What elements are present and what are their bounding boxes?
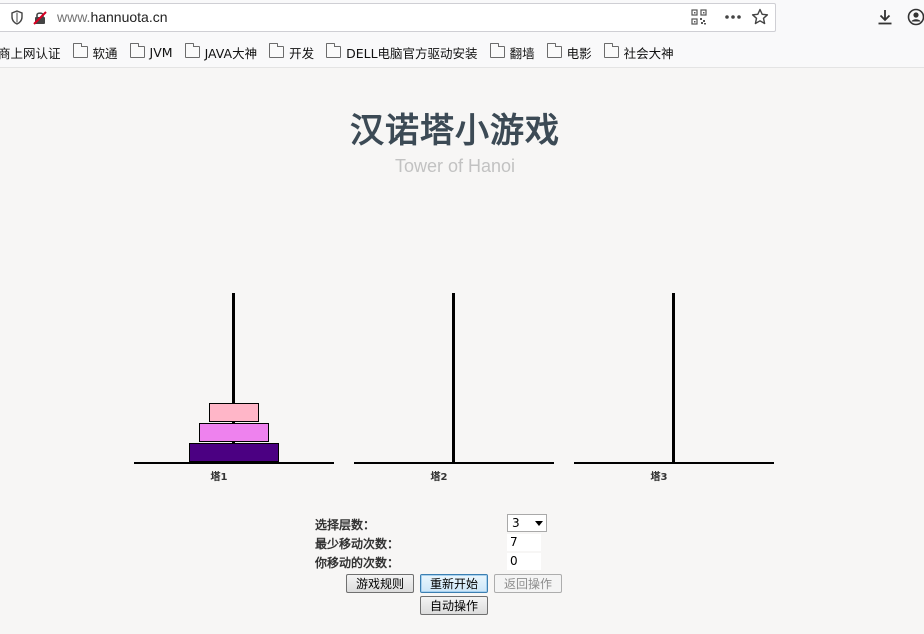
folder-icon bbox=[603, 43, 619, 58]
browser-toolbar: www.hannuota.cn 商上网认证 软通 JVM JAVA大神 开发 D… bbox=[0, 0, 924, 68]
tower-label: 塔2 bbox=[430, 472, 448, 483]
bookmark-folder[interactable]: 社会大神 bbox=[603, 43, 674, 62]
tower-3[interactable]: 塔3 bbox=[574, 290, 774, 483]
bookmark-item[interactable]: 商上网认证 bbox=[0, 43, 61, 62]
insecure-lock-icon[interactable] bbox=[32, 10, 48, 26]
bookmark-folder[interactable]: 开发 bbox=[269, 43, 314, 62]
bookmark-folder[interactable]: DELL电脑官方驱动安装 bbox=[326, 43, 478, 62]
tower-label: 塔3 bbox=[650, 472, 668, 483]
bookmark-folder[interactable]: 软通 bbox=[72, 43, 118, 62]
min-moves-label: 最少移动次数： bbox=[315, 537, 400, 551]
level-label: 选择层数： bbox=[315, 518, 376, 532]
rules-button[interactable]: 游戏规则 bbox=[346, 574, 414, 593]
tower-pole bbox=[672, 293, 675, 464]
your-moves-label: 你移动的次数： bbox=[315, 556, 400, 570]
page-subtitle: Tower of Hanoi bbox=[394, 156, 516, 176]
account-icon[interactable] bbox=[907, 8, 924, 30]
folder-icon bbox=[184, 43, 200, 58]
bookmarks-bar: 商上网认证 软通 JVM JAVA大神 开发 DELL电脑官方驱动安装 翻墙 电… bbox=[0, 40, 924, 64]
bookmark-folder[interactable]: 翻墙 bbox=[489, 43, 535, 62]
url-text[interactable]: www.hannuota.cn bbox=[57, 9, 168, 25]
bookmark-star-icon[interactable] bbox=[751, 8, 769, 30]
address-bar[interactable]: www.hannuota.cn bbox=[0, 3, 776, 32]
min-moves-field[interactable]: 7 bbox=[507, 534, 541, 551]
tower-label: 塔1 bbox=[210, 472, 228, 483]
folder-icon bbox=[546, 43, 562, 58]
tower-pole bbox=[452, 293, 455, 464]
game-controls: 选择层数： 3 最少移动次数： 7 你移动的次数： 0 bbox=[315, 514, 555, 571]
shield-icon[interactable] bbox=[11, 10, 23, 25]
auto-play-button[interactable]: 自动操作 bbox=[420, 596, 488, 615]
bookmark-folder[interactable]: JAVA大神 bbox=[184, 43, 257, 62]
your-moves-field[interactable]: 0 bbox=[507, 553, 541, 570]
more-actions-icon[interactable] bbox=[723, 8, 743, 30]
restart-button[interactable]: 重新开始 bbox=[420, 574, 488, 593]
download-icon[interactable] bbox=[876, 8, 894, 30]
chevron-down-icon bbox=[535, 521, 543, 526]
qr-code-icon[interactable] bbox=[691, 9, 707, 29]
disk-small[interactable] bbox=[209, 403, 259, 422]
level-select-value: 3 bbox=[512, 516, 520, 530]
folder-icon bbox=[72, 43, 88, 58]
folder-icon bbox=[489, 43, 505, 58]
tower-1[interactable]: 塔1 bbox=[134, 290, 334, 483]
page-title: 汉诺塔小游戏 bbox=[350, 111, 560, 151]
tower-base bbox=[134, 462, 334, 464]
tower-2[interactable]: 塔2 bbox=[354, 290, 554, 483]
bookmark-folder[interactable]: JVM bbox=[129, 43, 173, 60]
bookmark-folder[interactable]: 电影 bbox=[546, 43, 592, 62]
tower-base bbox=[354, 462, 554, 464]
level-select[interactable]: 3 bbox=[507, 514, 547, 532]
disk-large[interactable] bbox=[189, 443, 279, 462]
undo-button[interactable]: 返回操作 bbox=[494, 574, 562, 593]
folder-icon bbox=[129, 43, 145, 58]
folder-icon bbox=[326, 43, 342, 58]
disk-medium[interactable] bbox=[199, 423, 269, 442]
folder-icon bbox=[269, 43, 285, 58]
tower-base bbox=[574, 462, 774, 464]
